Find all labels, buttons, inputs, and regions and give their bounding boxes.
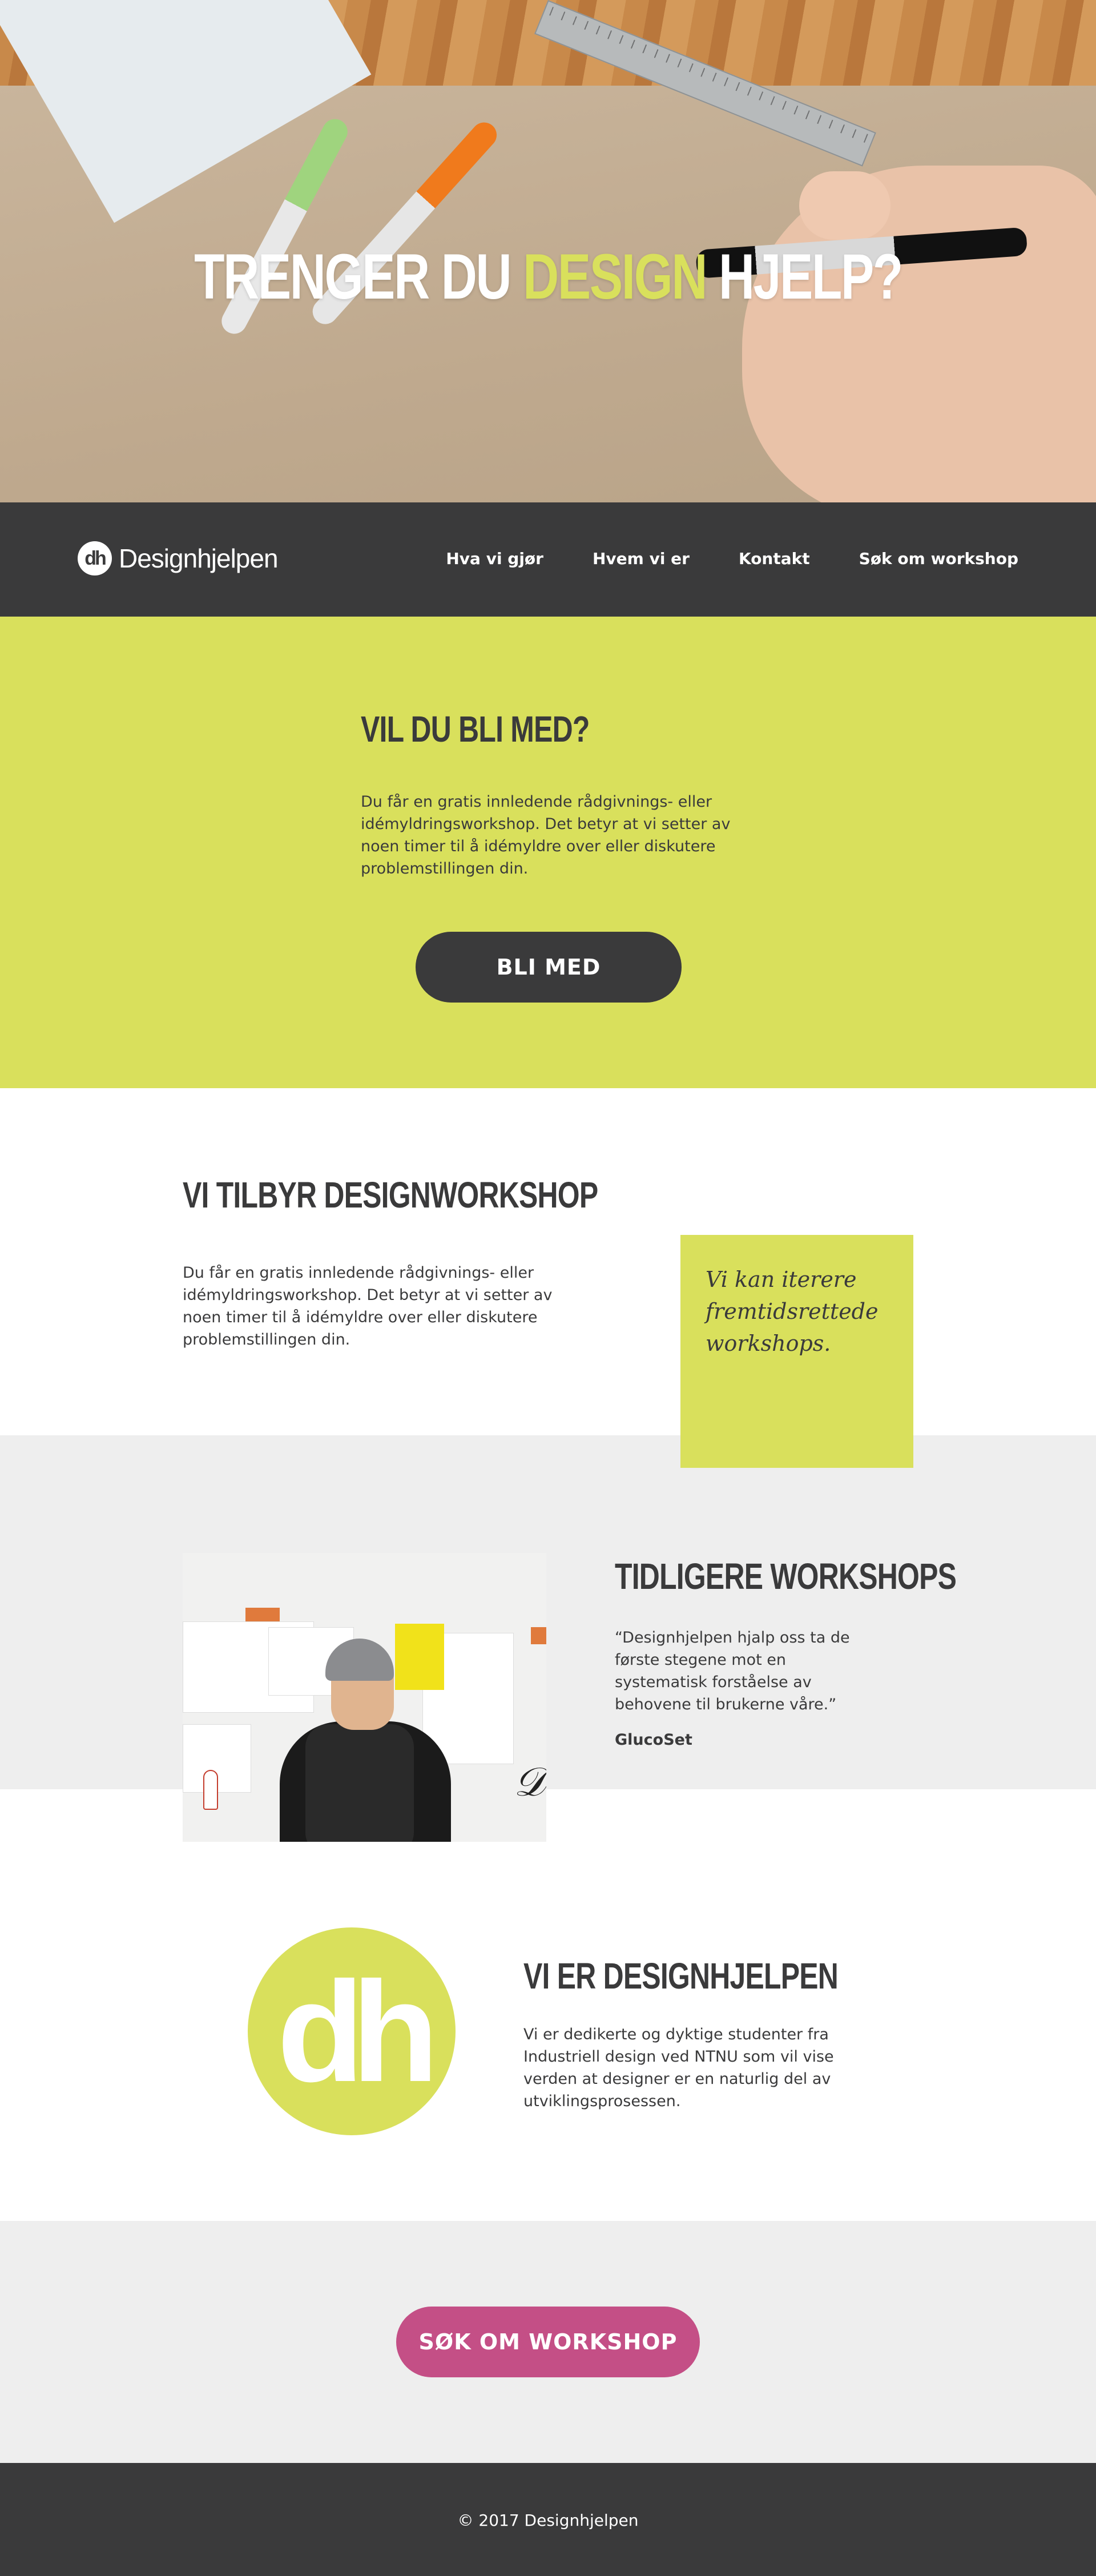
about-section: dh VI ER DESIGNHJELPEN Vi er dedikerte o… xyxy=(0,1789,1096,2221)
logo-text: Designhjelpen xyxy=(119,544,279,573)
testimonial-author: GlucoSet xyxy=(615,1731,692,1749)
previous-workshops-section: TIDLIGERE WORKSHOPS “Designhjelpen hjalp… xyxy=(0,1435,1096,1789)
photo-backpack xyxy=(305,1724,414,1842)
nav-link-sok-om-workshop[interactable]: Søk om workshop xyxy=(859,549,1018,568)
footer: © 2017 Designhjelpen xyxy=(0,2463,1096,2576)
offer-note-text: Vi kan iterere fremtidsrettede workshops… xyxy=(706,1267,879,1356)
hero-title-part1: TRENGER DU xyxy=(194,241,512,312)
offer-note-card: Vi kan iterere fremtidsrettede workshops… xyxy=(680,1235,913,1468)
photo-orange-note xyxy=(245,1608,280,1621)
site-logo[interactable]: dh Designhjelpen xyxy=(78,541,279,575)
workshop-photo: 𝒟 xyxy=(183,1553,546,1842)
about-text: Vi er dedikerte og dyktige studenter fra… xyxy=(523,2026,834,2110)
join-text: Du får en gratis innledende rådgivnings-… xyxy=(361,793,731,878)
photo-script-letter: 𝒟 xyxy=(514,1758,546,1805)
hero-title: TRENGER DU DESIGN HJELP? xyxy=(120,240,976,313)
offer-text: Du får en gratis innledende rådgivnings-… xyxy=(183,1264,553,1349)
join-heading: VIL DU BLI MED? xyxy=(361,709,590,750)
photo-yellow-poster xyxy=(395,1624,444,1690)
logo-mark-icon: dh xyxy=(78,541,112,575)
photo-rocket-drawing xyxy=(203,1770,218,1810)
about-heading: VI ER DESIGNHJELPEN xyxy=(523,1955,839,1997)
join-button[interactable]: BLI MED xyxy=(416,932,682,1003)
previous-heading: TIDLIGERE WORKSHOPS xyxy=(615,1556,957,1597)
hero-hand-knuckle-image xyxy=(799,171,890,240)
hero-title-part2: HJELP? xyxy=(719,241,903,312)
nav-link-hvem-vi-er[interactable]: Hvem vi er xyxy=(593,549,690,568)
footer-copyright: © 2017 Designhjelpen xyxy=(457,2511,639,2530)
join-section: VIL DU BLI MED? Du får en gratis innlede… xyxy=(0,617,1096,1088)
hero-title-accent: DESIGN xyxy=(523,241,707,312)
offer-section: VI TILBYR DESIGNWORKSHOP Du får en grati… xyxy=(0,1088,1096,1435)
big-logo-mark-icon: dh xyxy=(248,1927,456,2135)
main-nav: dh Designhjelpen Hva vi gjør Hvem vi er … xyxy=(0,502,1096,617)
nav-link-kontakt[interactable]: Kontakt xyxy=(739,549,810,568)
nav-link-hva-vi-gjor[interactable]: Hva vi gjør xyxy=(446,549,543,568)
photo-orange-note xyxy=(531,1627,546,1644)
nav-links: Hva vi gjør Hvem vi er Kontakt Søk om wo… xyxy=(446,549,1018,568)
cta-section: SØK OM WORKSHOP xyxy=(0,2221,1096,2463)
testimonial-quote: “Designhjelpen hjalp oss ta de første st… xyxy=(615,1629,850,1713)
offer-heading: VI TILBYR DESIGNWORKSHOP xyxy=(183,1174,598,1215)
hero-section: TRENGER DU DESIGN HJELP? xyxy=(0,0,1096,502)
apply-workshop-button[interactable]: SØK OM WORKSHOP xyxy=(396,2307,700,2377)
